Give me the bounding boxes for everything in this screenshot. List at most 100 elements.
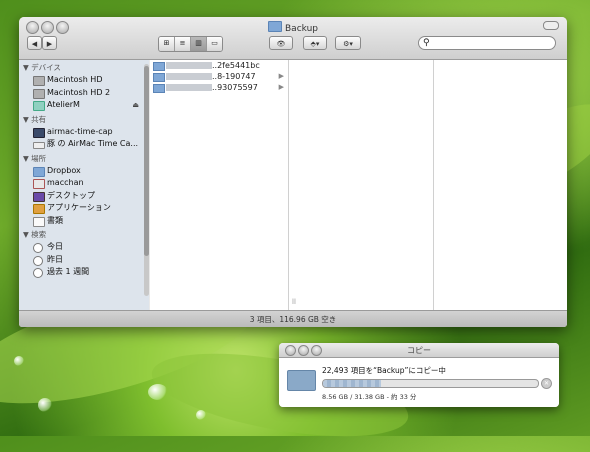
sidebar-item-label: 豚 の AirMac Time Ca... [47, 139, 139, 148]
column-3 [434, 60, 567, 310]
sidebar-item-macintosh-hd-2[interactable]: Macintosh HD 2 [19, 87, 149, 100]
water-drop [148, 384, 168, 400]
hard-drive-icon [33, 88, 45, 99]
sidebar-item-label: 昨日 [47, 254, 63, 264]
quicklook-button[interactable]: 👁 [269, 36, 293, 50]
view-mode-segmented: ⊞ ≡ ▥ ▭ [158, 36, 223, 52]
sidebar-header[interactable]: ▼ デバイス [19, 62, 149, 74]
documents-icon [33, 216, 45, 227]
column-1: ..2fe5441bc ..8-190747 ▶ ..93075597 ▶ [150, 60, 289, 310]
copy-message: 22,493 項目を“Backup”にコピー中 [322, 366, 446, 375]
water-drop [38, 398, 52, 412]
forward-button[interactable]: ▶ [42, 36, 57, 50]
sidebar-item-yesterday[interactable]: 昨日 [19, 254, 149, 267]
action-menu-button[interactable]: ⚙▾ [335, 36, 361, 50]
home-icon [33, 179, 45, 189]
sidebar-item-desktop[interactable]: デスクトップ [19, 190, 149, 203]
sidebar-item-label: 書類 [47, 215, 63, 225]
sidebar-section-devices: ▼ デバイス Macintosh HD Macintosh HD 2 Ateli… [19, 62, 149, 112]
sidebar-item-airmac-time-cap[interactable]: airmac-time-cap [19, 126, 149, 139]
sidebar-scroll-thumb[interactable] [144, 66, 149, 256]
back-button[interactable]: ◀ [27, 36, 42, 50]
sidebar-item-airmac-time-capsule[interactable]: 豚 の AirMac Time Ca... [19, 138, 149, 151]
sidebar-item-label: Macintosh HD [47, 75, 103, 84]
sidebar-item-atelierm[interactable]: AtelierM ⏏ [19, 99, 149, 112]
computer-icon [33, 127, 45, 138]
folder-icon [153, 73, 165, 82]
folder-icon [153, 62, 165, 71]
coverflow-view-button[interactable]: ▭ [207, 37, 222, 51]
list-item[interactable]: ..8-190747 ▶ [150, 71, 288, 82]
water-drop [196, 410, 206, 420]
search-icon: ⚲ [423, 38, 430, 48]
sidebar-section-shared: ▼ 共有 airmac-time-cap 豚 の AirMac Time Ca.… [19, 114, 149, 151]
sidebar-item-label: Dropbox [47, 165, 81, 175]
column-2: ll [289, 60, 434, 310]
column-view-button[interactable]: ▥ [191, 37, 207, 51]
copy-dialog: コピー 22,493 項目を“Backup”にコピー中 ✕ 8.56 GB / … [279, 343, 559, 407]
sidebar-item-label: Macintosh HD 2 [47, 87, 111, 97]
clock-icon [33, 268, 43, 278]
folder-icon [153, 84, 165, 93]
list-item[interactable]: ..93075597 ▶ [150, 82, 288, 93]
dropbox-menu-button[interactable]: ⬘▾ [303, 36, 327, 50]
search-field[interactable]: ⚲ [418, 36, 556, 50]
column-resize-handle[interactable]: ll [292, 298, 296, 306]
folder-icon [287, 370, 316, 391]
desktop-icon [33, 191, 45, 202]
sidebar-item-today[interactable]: 今日 [19, 241, 149, 254]
folder-icon [268, 21, 282, 32]
disclosure-arrow-icon: ▶ [278, 72, 284, 80]
sidebar-item-applications[interactable]: アプリケーション [19, 202, 149, 215]
copy-dialog-title: コピー [407, 346, 431, 355]
sidebar-item-label: macchan [47, 178, 84, 187]
copy-progress-bar [322, 379, 539, 388]
disk-icon [33, 101, 45, 111]
finder-titlebar: Backup ◀ ▶ ⊞ ≡ ▥ ▭ 👁 ⬘▾ ⚙▾ ⚲ [19, 17, 567, 60]
redacted-text [166, 84, 212, 91]
stop-copy-button[interactable]: ✕ [541, 378, 552, 389]
applications-icon [33, 204, 45, 214]
finder-window: Backup ◀ ▶ ⊞ ≡ ▥ ▭ 👁 ⬘▾ ⚙▾ ⚲ ▼ デバイス Maci… [19, 17, 567, 327]
sidebar-item-past-week[interactable]: 過去 1 週間 [19, 266, 149, 279]
sidebar-item-documents[interactable]: 書類 [19, 215, 149, 228]
sidebar-header[interactable]: ▼ 共有 [19, 114, 149, 126]
sidebar-header[interactable]: ▼ 検索 [19, 229, 149, 241]
redacted-text [166, 62, 212, 69]
redacted-text [166, 73, 212, 80]
window-title: Backup [19, 21, 567, 34]
sidebar-item-macintosh-hd[interactable]: Macintosh HD [19, 74, 149, 87]
eject-icon[interactable]: ⏏ [132, 99, 139, 112]
sidebar-item-label: airmac-time-cap [47, 126, 113, 136]
clock-icon [33, 255, 43, 266]
folder-name: ..2fe5441bc [212, 61, 260, 70]
sidebar-header[interactable]: ▼ 場所 [19, 153, 149, 165]
hard-drive-icon [33, 76, 45, 86]
folder-name: ..93075597 [212, 83, 258, 92]
list-item[interactable]: ..2fe5441bc [150, 60, 288, 71]
status-text: 3 項目、116.96 GB 空き [249, 315, 337, 324]
folder-name: ..8-190747 [212, 72, 256, 81]
icon-view-button[interactable]: ⊞ [159, 37, 175, 51]
sidebar-item-label: デスクトップ [47, 190, 95, 200]
water-drop [14, 356, 24, 366]
toolbar-toggle-button[interactable] [543, 21, 559, 30]
sidebar-item-label: 今日 [47, 242, 63, 251]
sidebar-section-search: ▼ 検索 今日 昨日 過去 1 週間 [19, 229, 149, 279]
copy-dialog-titlebar: コピー [279, 343, 559, 358]
folder-icon [33, 166, 45, 177]
clock-icon [33, 243, 43, 253]
time-capsule-icon [33, 142, 45, 149]
status-bar: 3 項目、116.96 GB 空き [19, 310, 567, 327]
sidebar-item-label: アプリケーション [47, 203, 111, 212]
sidebar-item-label: 過去 1 週間 [47, 267, 90, 276]
window-title-text: Backup [285, 24, 318, 34]
copy-stats: 8.56 GB / 31.38 GB - 約 33 分 [322, 393, 417, 401]
sidebar-item-macchan[interactable]: macchan [19, 177, 149, 190]
sidebar-item-label: AtelierM [47, 100, 80, 109]
list-view-button[interactable]: ≡ [175, 37, 191, 51]
sidebar-item-dropbox[interactable]: Dropbox [19, 165, 149, 178]
copy-dialog-body: 22,493 項目を“Backup”にコピー中 ✕ 8.56 GB / 31.3… [279, 358, 559, 407]
sidebar: ▼ デバイス Macintosh HD Macintosh HD 2 Ateli… [19, 60, 149, 310]
sidebar-section-places: ▼ 場所 Dropbox macchan デスクトップ アプリケーション 書類 [19, 153, 149, 228]
